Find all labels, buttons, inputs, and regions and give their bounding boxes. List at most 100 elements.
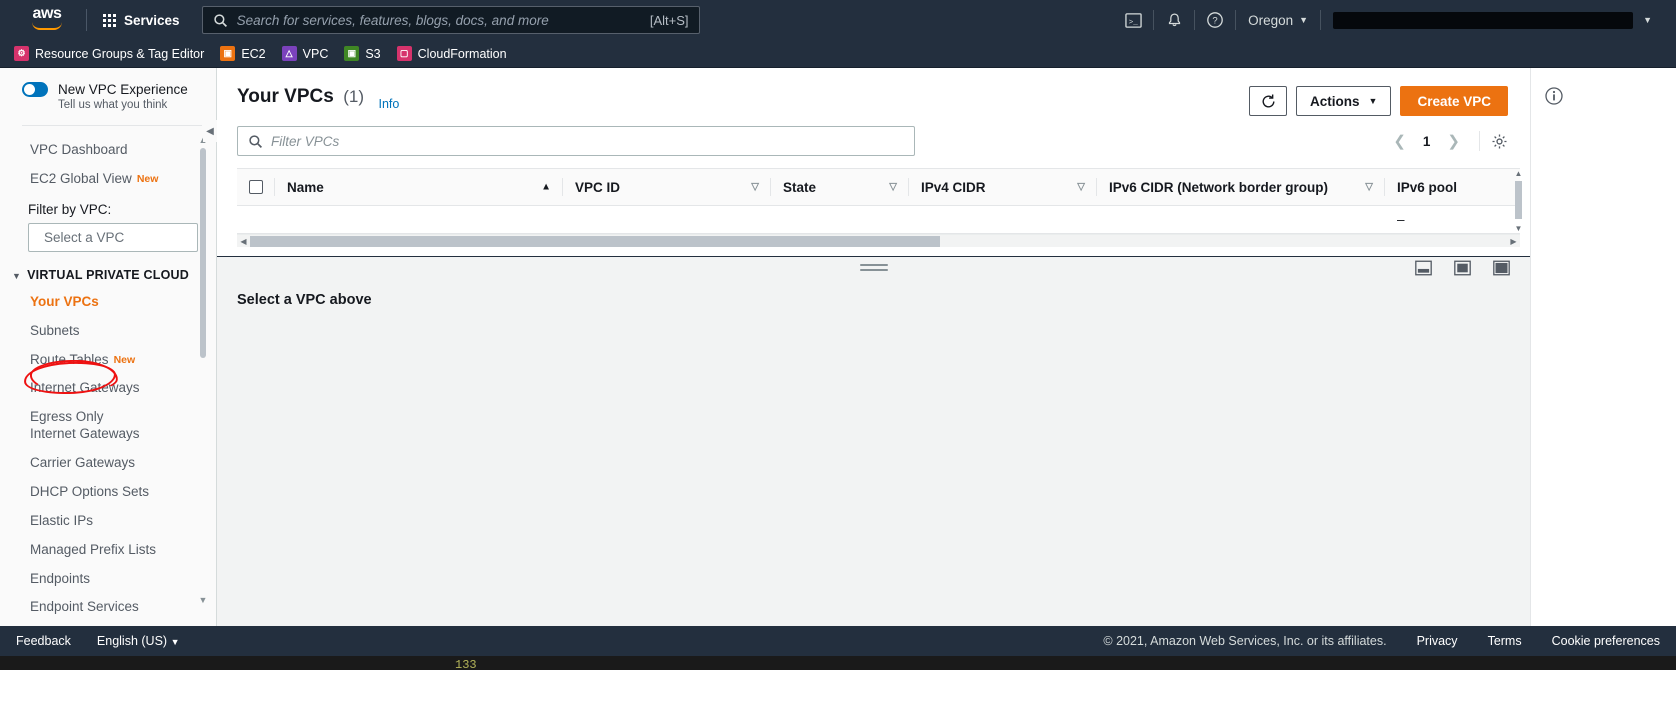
new-experience-toggle[interactable]	[22, 82, 48, 97]
scroll-left-arrow-icon[interactable]: ◀	[237, 237, 250, 246]
favorite-vpc[interactable]: △ VPC	[281, 46, 328, 61]
vpc-table: Name ▲ VPC ID ▽ State ▽ IPv4 CIDR ▽ IPv6…	[237, 168, 1520, 234]
vpc-filter-input[interactable]	[271, 133, 904, 149]
create-vpc-button[interactable]: Create VPC	[1400, 86, 1508, 116]
sort-icon: ▽	[889, 181, 897, 193]
cookie-preferences-link[interactable]: Cookie preferences	[1552, 634, 1660, 648]
table-horizontal-scrollbar[interactable]: ◀ ▶	[237, 234, 1520, 247]
sidebar-item-egress-only-internet-gateways[interactable]: Egress Only Internet Gateways	[0, 403, 160, 449]
sidebar-item-elastic-ips[interactable]: Elastic IPs	[0, 507, 216, 536]
sidebar-scrollbar-thumb[interactable]	[200, 148, 206, 358]
hscroll-thumb[interactable]	[250, 235, 940, 247]
column-header-ipv6-cidr[interactable]: IPv6 CIDR (Network border group) ▽	[1097, 168, 1385, 206]
sidebar-item-your-vpcs[interactable]: Your VPCs	[0, 288, 216, 317]
sidebar-item-managed-prefix-lists[interactable]: Managed Prefix Lists	[0, 536, 216, 565]
column-header-name[interactable]: Name ▲	[275, 168, 563, 206]
favorite-cloudformation[interactable]: ▢ CloudFormation	[396, 46, 507, 61]
sort-icon: ▽	[1365, 181, 1373, 193]
sidebar-item-endpoints[interactable]: Endpoints	[0, 565, 216, 594]
sidebar-item-label: EC2 Global View	[30, 170, 132, 186]
search-shortcut-hint: [Alt+S]	[649, 12, 689, 28]
info-panel-icon[interactable]	[1544, 86, 1564, 106]
split-panel-side-icon[interactable]	[1454, 260, 1471, 275]
hscroll-track[interactable]	[250, 235, 1507, 247]
left-sidebar: New VPC Experience Tell us what you thin…	[0, 68, 217, 626]
info-link[interactable]: Info	[378, 97, 399, 111]
splitter-drag-handle[interactable]	[859, 264, 888, 271]
vpc-selector-input[interactable]	[44, 229, 216, 245]
services-menu-button[interactable]: Services	[93, 7, 190, 34]
actions-label: Actions	[1310, 93, 1360, 109]
account-menu[interactable]: ▼	[1321, 0, 1666, 40]
table-vertical-scrollbar[interactable]: ▲ ▼	[1513, 168, 1524, 234]
sidebar-item-subnets[interactable]: Subnets	[0, 317, 216, 346]
s3-icon: ▣	[344, 46, 360, 61]
scroll-down-arrow-icon[interactable]: ▼	[1513, 223, 1524, 234]
cell-state	[771, 205, 909, 234]
main-content: Your VPCs (1) Info Actions ▼ Create VPC	[217, 68, 1530, 626]
sidebar-item-route-tables[interactable]: Route Tables New	[0, 346, 216, 375]
global-search-box[interactable]: [Alt+S]	[201, 6, 700, 34]
select-all-checkbox[interactable]	[249, 180, 263, 194]
favorite-s3[interactable]: ▣ S3	[344, 46, 381, 61]
scroll-up-arrow-icon[interactable]: ▲	[1513, 168, 1524, 179]
new-badge: New	[136, 172, 159, 185]
svg-text:?: ?	[1212, 16, 1217, 27]
new-experience-feedback-link[interactable]: Tell us what you think	[22, 99, 202, 111]
chevron-down-icon: ▼	[1299, 15, 1309, 25]
panel-splitter[interactable]	[217, 256, 1530, 278]
column-header-ipv4-cidr[interactable]: IPv4 CIDR ▽	[909, 168, 1097, 206]
sidebar-item-dhcp-options-sets[interactable]: DHCP Options Sets	[0, 478, 216, 507]
new-vpc-experience-block: New VPC Experience Tell us what you thin…	[0, 68, 216, 121]
sidebar-item-internet-gateways[interactable]: Internet Gateways	[0, 374, 216, 403]
row-select-cell[interactable]	[237, 205, 275, 234]
split-panel-bottom-icon[interactable]	[1415, 260, 1432, 275]
page-number[interactable]: 1	[1418, 134, 1436, 149]
vpc-selector-box[interactable]	[28, 222, 216, 252]
previous-page-icon[interactable]: ❮	[1385, 129, 1414, 153]
strip-white-area	[0, 670, 1676, 705]
language-label: English (US)	[96, 634, 168, 648]
split-panel-full-icon[interactable]	[1493, 260, 1510, 275]
services-label: Services	[124, 12, 180, 28]
column-label: IPv4 CIDR	[921, 179, 986, 195]
privacy-link[interactable]: Privacy	[1417, 634, 1458, 648]
sidebar-item-endpoint-services[interactable]: Endpoint Services	[0, 593, 216, 622]
cloudshell-icon[interactable]: >_	[1113, 0, 1153, 40]
table-row[interactable]: –	[237, 205, 1520, 234]
feedback-link[interactable]: Feedback	[16, 634, 71, 648]
column-label: IPv6 pool	[1397, 179, 1458, 195]
sort-ascending-icon: ▲	[541, 181, 551, 193]
select-all-header	[237, 168, 275, 206]
global-search-input[interactable]	[227, 12, 650, 28]
table-settings-gear-icon[interactable]	[1491, 133, 1508, 150]
favorite-label: Resource Groups & Tag Editor	[35, 46, 205, 61]
next-page-icon[interactable]: ❯	[1439, 129, 1468, 153]
vpc-filter-box[interactable]	[237, 126, 915, 156]
sidebar-item-vpc-dashboard[interactable]: VPC Dashboard	[0, 136, 216, 165]
language-selector[interactable]: English (US) ▼	[97, 634, 180, 648]
scroll-right-arrow-icon[interactable]: ▶	[1507, 237, 1520, 246]
sidebar-collapse-toggle[interactable]: ◀	[203, 120, 217, 142]
refresh-button[interactable]	[1249, 86, 1288, 116]
terms-link[interactable]: Terms	[1488, 634, 1522, 648]
table-scrollbar-thumb[interactable]	[1515, 181, 1522, 219]
bell-icon[interactable]	[1154, 0, 1194, 40]
detail-panel: Select a VPC above	[217, 278, 1530, 626]
sidebar-section-virtual-private-cloud[interactable]: ▼ VIRTUAL PRIVATE CLOUD	[0, 258, 216, 288]
region-selector[interactable]: Oregon ▼	[1236, 0, 1320, 40]
favorite-ec2[interactable]: ▣ EC2	[220, 46, 266, 61]
sidebar-scrollbar[interactable]: ▲ ▼	[198, 134, 208, 606]
aws-logo[interactable]: aws	[24, 6, 70, 33]
favorite-resource-groups[interactable]: ⚙ Resource Groups & Tag Editor	[14, 46, 204, 61]
column-header-ipv6-pool[interactable]: IPv6 pool	[1385, 168, 1520, 206]
help-circle-icon[interactable]: ?	[1195, 0, 1235, 40]
cell-ipv6-cidr	[1097, 205, 1385, 234]
column-header-state[interactable]: State ▽	[771, 168, 909, 206]
sidebar-item-ec2-global-view[interactable]: EC2 Global View New	[0, 165, 216, 194]
actions-dropdown-button[interactable]: Actions ▼	[1296, 86, 1392, 116]
page-header: Your VPCs (1) Info Actions ▼ Create VPC	[217, 68, 1530, 116]
column-header-vpc-id[interactable]: VPC ID ▽	[563, 168, 771, 206]
scroll-down-arrow-icon[interactable]: ▼	[198, 594, 208, 606]
sidebar-item-carrier-gateways[interactable]: Carrier Gateways	[0, 449, 216, 478]
